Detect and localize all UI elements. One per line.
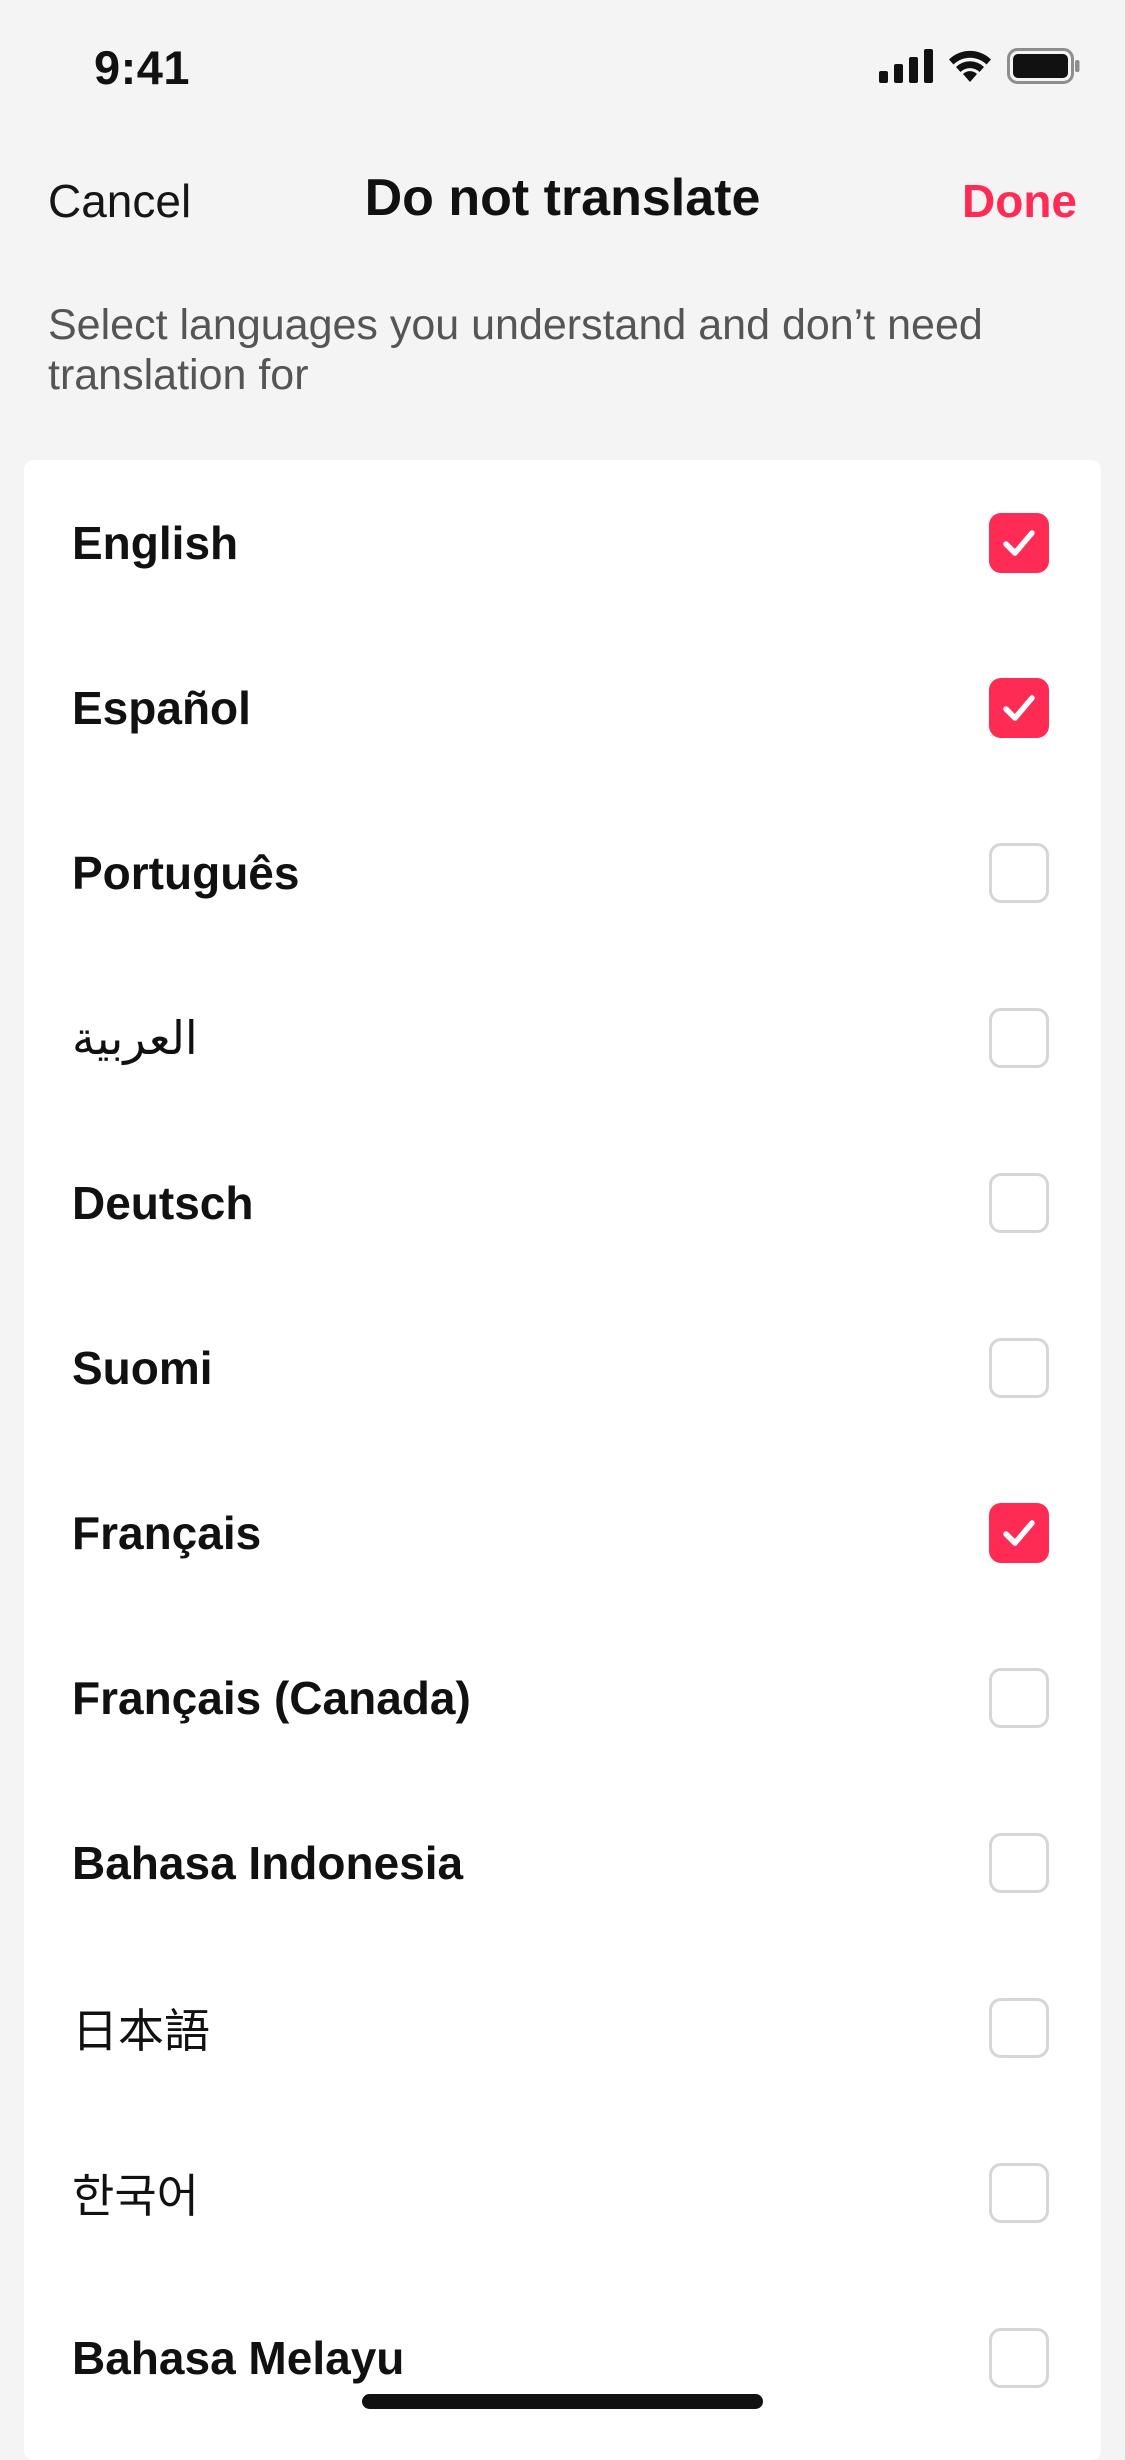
checkbox-unchecked[interactable] — [989, 2163, 1049, 2223]
nav-bar: Cancel Do not translate Done — [0, 160, 1125, 236]
language-row[interactable]: English — [24, 460, 1101, 625]
description-text: Select languages you understand and don’… — [48, 301, 983, 399]
language-row[interactable]: Suomi — [24, 1285, 1101, 1450]
cellular-signal-icon — [879, 49, 933, 83]
language-label: 한국어 — [72, 2169, 199, 2222]
language-label: Français (Canada) — [72, 1671, 471, 1724]
language-row[interactable]: Português — [24, 790, 1101, 955]
home-indicator[interactable] — [362, 2394, 763, 2409]
checkbox-unchecked[interactable] — [989, 1173, 1049, 1233]
wifi-icon — [947, 49, 993, 83]
checkbox-unchecked[interactable] — [989, 843, 1049, 903]
language-label: Deutsch — [72, 1176, 254, 1229]
battery-icon — [1007, 48, 1081, 84]
status-bar: 9:41 — [0, 0, 1125, 132]
status-icons — [879, 48, 1081, 84]
status-time: 9:41 — [94, 41, 191, 94]
language-list: English Español Português العربية Deutsch Suo… — [24, 460, 1101, 2460]
language-row[interactable]: Bahasa Indonesia — [24, 1780, 1101, 1945]
language-label: English — [72, 516, 239, 569]
language-label: Français — [72, 1506, 262, 1559]
checkbox-checked[interactable] — [989, 513, 1049, 573]
language-row[interactable]: Français — [24, 1450, 1101, 1615]
checkbox-checked[interactable] — [989, 1503, 1049, 1563]
language-label: Bahasa Melayu — [72, 2331, 405, 2384]
checkbox-unchecked[interactable] — [989, 1668, 1049, 1728]
language-label: 日本語 — [72, 2004, 210, 2057]
language-label: Bahasa Indonesia — [72, 1836, 464, 1889]
language-row[interactable]: 한국어 — [24, 2110, 1101, 2275]
language-row[interactable]: Español — [24, 625, 1101, 790]
checkbox-unchecked[interactable] — [989, 1833, 1049, 1893]
checkbox-unchecked[interactable] — [989, 1998, 1049, 2058]
done-button[interactable]: Done — [962, 174, 1077, 228]
checkmark-icon — [1003, 530, 1035, 556]
language-row[interactable]: Deutsch — [24, 1120, 1101, 1285]
language-label: Español — [72, 681, 251, 734]
checkbox-unchecked[interactable] — [989, 2328, 1049, 2388]
checkbox-checked[interactable] — [989, 678, 1049, 738]
checkmark-icon — [1003, 695, 1035, 721]
checkmark-icon — [1003, 1520, 1035, 1546]
language-label: العربية — [72, 1011, 198, 1064]
language-row[interactable]: 日本語 — [24, 1945, 1101, 2110]
language-label: Português — [72, 846, 300, 899]
language-row[interactable]: Bahasa Melayu — [24, 2275, 1101, 2440]
language-row[interactable]: العربية — [24, 955, 1101, 1120]
checkbox-unchecked[interactable] — [989, 1338, 1049, 1398]
language-label: Suomi — [72, 1341, 213, 1394]
language-row[interactable]: Français (Canada) — [24, 1615, 1101, 1780]
page-title: Do not translate — [364, 169, 761, 227]
checkbox-unchecked[interactable] — [989, 1008, 1049, 1068]
